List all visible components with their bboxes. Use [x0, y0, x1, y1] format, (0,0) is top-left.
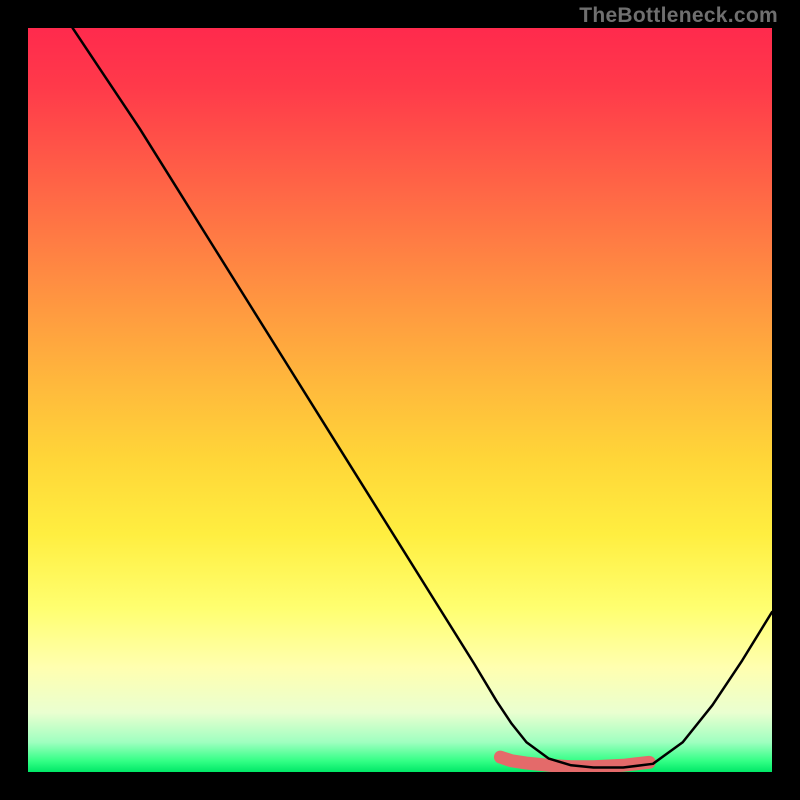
- watermark-text: TheBottleneck.com: [579, 4, 778, 28]
- chart-svg: [28, 28, 772, 772]
- plot-area: [28, 28, 772, 772]
- chart-frame: TheBottleneck.com: [0, 0, 800, 800]
- curve-line: [73, 28, 772, 768]
